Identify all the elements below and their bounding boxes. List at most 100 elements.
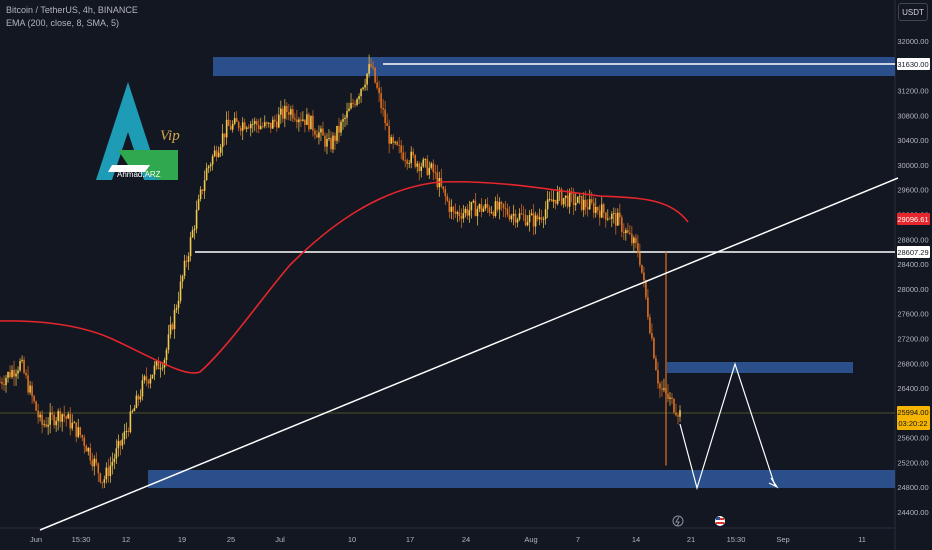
candle-body <box>31 385 33 397</box>
candle-body <box>552 199 555 202</box>
candle-body <box>280 108 282 115</box>
candle-body <box>613 213 615 215</box>
y-tick-label: 26400.00 <box>897 384 928 393</box>
candle-body <box>179 281 182 301</box>
x-tick-label: Sep <box>776 535 789 544</box>
candle-body <box>127 431 130 433</box>
candle-body <box>167 334 170 350</box>
candle-body <box>99 473 102 482</box>
candle-body <box>209 164 212 167</box>
candle-body <box>332 135 334 150</box>
y-tick-label: 32000.00 <box>897 37 928 46</box>
candle-body <box>296 119 298 123</box>
price-label-31630: 31630.00 <box>897 58 930 70</box>
candle-body <box>600 204 603 218</box>
candle-body <box>65 416 67 419</box>
candle-body <box>41 414 43 425</box>
currency-button[interactable]: USDT <box>898 3 928 21</box>
candle-body <box>77 427 80 437</box>
candle-body <box>534 215 537 227</box>
candle-body <box>647 297 649 318</box>
candle-body <box>83 437 86 446</box>
candle-body <box>548 199 551 200</box>
candle-body <box>115 448 118 459</box>
candle-body <box>113 458 116 463</box>
candle-body <box>504 208 507 210</box>
candle-body <box>661 388 663 390</box>
support-zone[interactable] <box>148 470 895 488</box>
candle-body <box>494 201 497 216</box>
candle-body <box>334 135 336 141</box>
candle-body <box>376 82 378 88</box>
candle-body <box>286 105 288 113</box>
candle-body <box>350 103 352 109</box>
candle-body <box>436 172 439 188</box>
candle-body <box>61 414 63 422</box>
candle-body <box>524 214 527 226</box>
candle-body <box>95 458 98 464</box>
candle-body <box>556 191 559 204</box>
candle-body <box>101 481 104 483</box>
candle-body <box>408 163 411 164</box>
candle-body <box>584 199 587 208</box>
candle-body <box>480 204 483 212</box>
us-flag-event-icon[interactable] <box>715 516 725 526</box>
candle-body <box>316 134 318 138</box>
candle-body <box>633 237 635 244</box>
resistance-zone-mid[interactable] <box>667 362 853 373</box>
candle-body <box>69 414 72 429</box>
candle-body <box>645 280 647 298</box>
candle-body <box>604 212 607 220</box>
x-tick-label: 12 <box>122 535 130 544</box>
candle-body <box>432 163 435 173</box>
candle-body <box>109 465 112 476</box>
resistance-zone-top[interactable] <box>213 57 895 76</box>
candle-body <box>173 309 176 330</box>
indicator-legend[interactable]: EMA (200, close, 8, SMA, 5) <box>6 18 119 28</box>
candle-body <box>402 152 404 160</box>
candle-body <box>594 207 597 213</box>
candle-body <box>284 105 286 119</box>
candle-body <box>87 447 90 452</box>
candle-body <box>488 207 491 213</box>
candle-body <box>568 192 571 207</box>
candle-body <box>7 372 9 378</box>
candle-body <box>458 212 461 217</box>
x-tick-label: 10 <box>348 535 356 544</box>
candle-body <box>3 384 5 386</box>
candle-body <box>348 108 350 112</box>
candle-body <box>484 204 487 209</box>
candle-body <box>265 122 268 124</box>
candle-body <box>512 213 515 216</box>
candle-body <box>434 172 437 173</box>
candle-body <box>388 125 390 144</box>
candle-body <box>181 275 184 282</box>
candle-body <box>478 204 481 209</box>
candle-body <box>625 230 627 234</box>
candle-body <box>659 383 661 389</box>
candle-body <box>155 360 158 366</box>
candle-body <box>404 159 406 161</box>
candle-body <box>245 127 248 129</box>
candle-body <box>302 119 304 121</box>
candle-body <box>121 439 124 446</box>
y-tick-label: 27200.00 <box>897 334 928 343</box>
candle-body <box>631 233 633 244</box>
candle-body <box>538 217 541 220</box>
candle-body <box>608 218 611 220</box>
candle-body <box>550 199 553 202</box>
candle-body <box>462 213 465 219</box>
candle-body <box>446 196 449 201</box>
symbol-title[interactable]: Bitcoin / TetherUS, 4h, BINANCE <box>6 5 138 15</box>
candle-body <box>586 207 589 210</box>
x-tick-label: 21 <box>687 535 695 544</box>
x-tick-label: Jul <box>275 535 285 544</box>
candle-body <box>336 125 338 141</box>
price-chart[interactable]: Vip Ahmad.ARZ 24400.00 24800.00 25200.00 25… <box>0 0 932 550</box>
candle-body <box>606 218 609 220</box>
candle-body <box>159 368 162 370</box>
candle-body <box>278 114 280 128</box>
candle-body <box>288 112 290 115</box>
x-tick-label: 15:30 <box>72 535 91 544</box>
candle-body <box>450 206 453 212</box>
